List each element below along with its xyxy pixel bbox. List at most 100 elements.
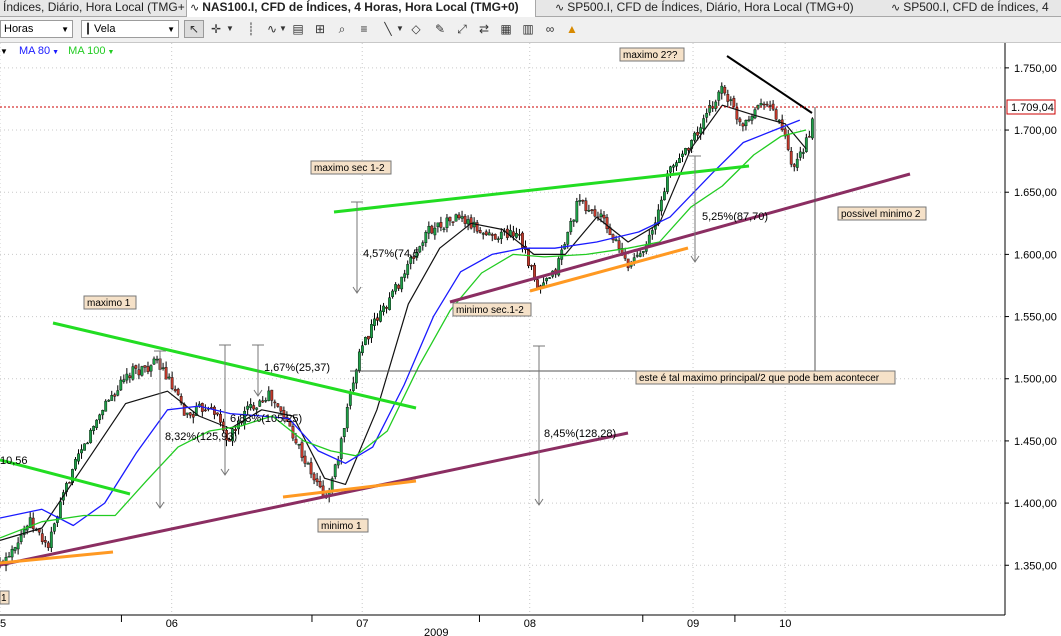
label-maximo-1[interactable]: maximo 1 <box>87 298 131 309</box>
chart-type-select[interactable]: ┃ Vela ▼ <box>81 20 179 38</box>
measure-457: 4,57%(74,5 <box>363 248 419 260</box>
candle-body <box>726 94 730 102</box>
candle-body <box>798 151 802 158</box>
zoom-area-button[interactable]: ⊞ <box>310 20 330 38</box>
tab-label: SP500.I, CFD de Índices, Diário, Hora Lo… <box>567 0 854 14</box>
candle-body <box>696 131 700 136</box>
candle-body <box>49 531 53 548</box>
price-tick-label: 1.750,00 <box>1014 63 1057 75</box>
candle-body <box>804 137 808 152</box>
candle-body <box>650 230 654 235</box>
candle-body <box>373 318 376 326</box>
candle-body <box>702 118 706 130</box>
candle-body <box>140 366 144 376</box>
candle-body <box>58 501 62 519</box>
candle-body <box>68 482 71 484</box>
candle-body <box>128 375 132 378</box>
label-possivel-minimo-2[interactable]: possivel minimo 2 <box>841 209 921 220</box>
candle-body <box>460 216 464 219</box>
candle-body <box>315 478 319 483</box>
hline-icon: ≡ <box>360 22 368 36</box>
trendline-icon: ╲ <box>384 22 392 36</box>
candle-body <box>385 307 388 309</box>
indicator-ma100-menu-icon[interactable]: ▼ <box>107 49 114 56</box>
grid-tool-button[interactable]: ▥ <box>518 20 538 38</box>
candle-body <box>750 116 754 121</box>
candle-body <box>599 213 603 217</box>
candle-body <box>617 240 621 249</box>
time-axis[interactable]: 2009 5 06 07 08 09 10 <box>0 614 1005 636</box>
label-este-e-tal[interactable]: este é tal maximo principal/2 que pode b… <box>639 373 880 384</box>
indicator-ma80[interactable]: MA 80 <box>19 45 50 57</box>
candle-body <box>279 406 283 412</box>
crosshair-menu-button[interactable]: ▼ <box>224 20 236 38</box>
candle-body <box>403 273 407 278</box>
layout-tool-button[interactable]: ▦ <box>496 20 516 38</box>
candle-body <box>264 400 268 402</box>
price-tick-label: 1.450,00 <box>1014 436 1057 448</box>
chart-type-value: Vela <box>94 23 116 35</box>
candle-body <box>448 216 452 222</box>
candle-body <box>587 210 591 212</box>
crosshair-tool-button[interactable]: ✛ <box>206 20 226 38</box>
candle-body <box>687 148 690 151</box>
candle-body <box>518 234 521 236</box>
hline-tool-button[interactable]: ≡ <box>354 20 374 38</box>
chart-tab-icon: ∿ <box>555 2 565 14</box>
tab-indices-daily[interactable]: Índices, Diário, Hora Local (TMG+0) <box>0 0 185 16</box>
candle-body <box>382 305 385 312</box>
candle-body <box>270 389 274 401</box>
eraser-tool-button[interactable]: ◇ <box>406 20 426 38</box>
candle-body <box>249 404 253 408</box>
zoom-button[interactable]: ⌕ <box>332 20 352 38</box>
candle-body <box>104 400 108 412</box>
label-minimo-1[interactable]: minimo 1 <box>321 521 362 532</box>
indicator-menu-icon[interactable]: ▼ <box>0 47 8 56</box>
candle-body <box>406 264 410 275</box>
price-tick-label: 1.600,00 <box>1014 249 1057 261</box>
cursor-tool-button[interactable]: ↖ <box>184 20 204 38</box>
candle-body <box>427 226 431 234</box>
properties-icon: ▤ <box>292 22 304 36</box>
candle-body <box>397 284 401 289</box>
candle-body <box>122 379 126 382</box>
time-tick-label: 08 <box>524 618 536 630</box>
candle-body <box>496 238 500 240</box>
label-maximo-2[interactable]: maximo 2?? <box>623 50 678 61</box>
label-maximo-sec[interactable]: maximo sec 1-2 <box>314 163 385 174</box>
candle-body <box>400 276 404 290</box>
chevron-down-icon: ▼ <box>167 25 175 34</box>
candle-body <box>777 120 781 122</box>
tab-sp500-other[interactable]: ∿ SP500.I, CFD de Índices, 4 <box>888 0 1061 16</box>
candle-body <box>511 231 515 237</box>
candle-body <box>789 150 793 165</box>
price-chart[interactable]: maximo 1 maximo sec 1-2 maximo 2?? minim… <box>0 43 1061 636</box>
time-tick-label: 06 <box>166 618 178 630</box>
candle-body <box>74 459 77 470</box>
candle-body <box>720 85 724 94</box>
arrows-tool-button[interactable]: ⤢ <box>452 20 472 38</box>
price-tick-label: 1.350,00 <box>1014 560 1057 572</box>
candle-body <box>176 388 180 395</box>
trendline-menu-button[interactable]: ▼ <box>394 20 406 38</box>
indicator-ma100[interactable]: MA 100 <box>68 45 105 57</box>
candle-body <box>723 86 727 94</box>
candle-body <box>318 481 322 488</box>
tab-nas100-4h[interactable]: ∿ NAS100.I, CFD de Índices, 4 Horas, Hora… <box>186 0 536 17</box>
candle-body <box>457 214 461 219</box>
timeframe-select[interactable]: Horas ▼ <box>0 20 73 38</box>
label-minimo-sec[interactable]: minimo sec.1-2 <box>456 305 524 316</box>
label-left-box[interactable]: 1 <box>1 593 7 604</box>
tab-sp500-daily[interactable]: ∿ SP500.I, CFD de Índices, Diário, Hora L… <box>552 0 882 16</box>
link-tool-button[interactable]: ∞ <box>540 20 560 38</box>
candle-body <box>143 365 147 368</box>
link-icon: ∞ <box>545 22 555 36</box>
compare-tool-button[interactable]: ⇄ <box>474 20 494 38</box>
brush-tool-button[interactable]: ✎ <box>430 20 450 38</box>
price-axis[interactable]: 1.709,04 1.750,00 1.700,00 1.650,00 1.600,0… <box>1004 43 1061 636</box>
alert-tool-button[interactable]: ▲ <box>562 20 582 38</box>
measure-683: 6,83%(105,25) <box>230 413 302 425</box>
indicator-ma80-menu-icon[interactable]: ▼ <box>52 49 59 56</box>
properties-button[interactable]: ▤ <box>288 20 308 38</box>
candle-body <box>499 231 503 240</box>
